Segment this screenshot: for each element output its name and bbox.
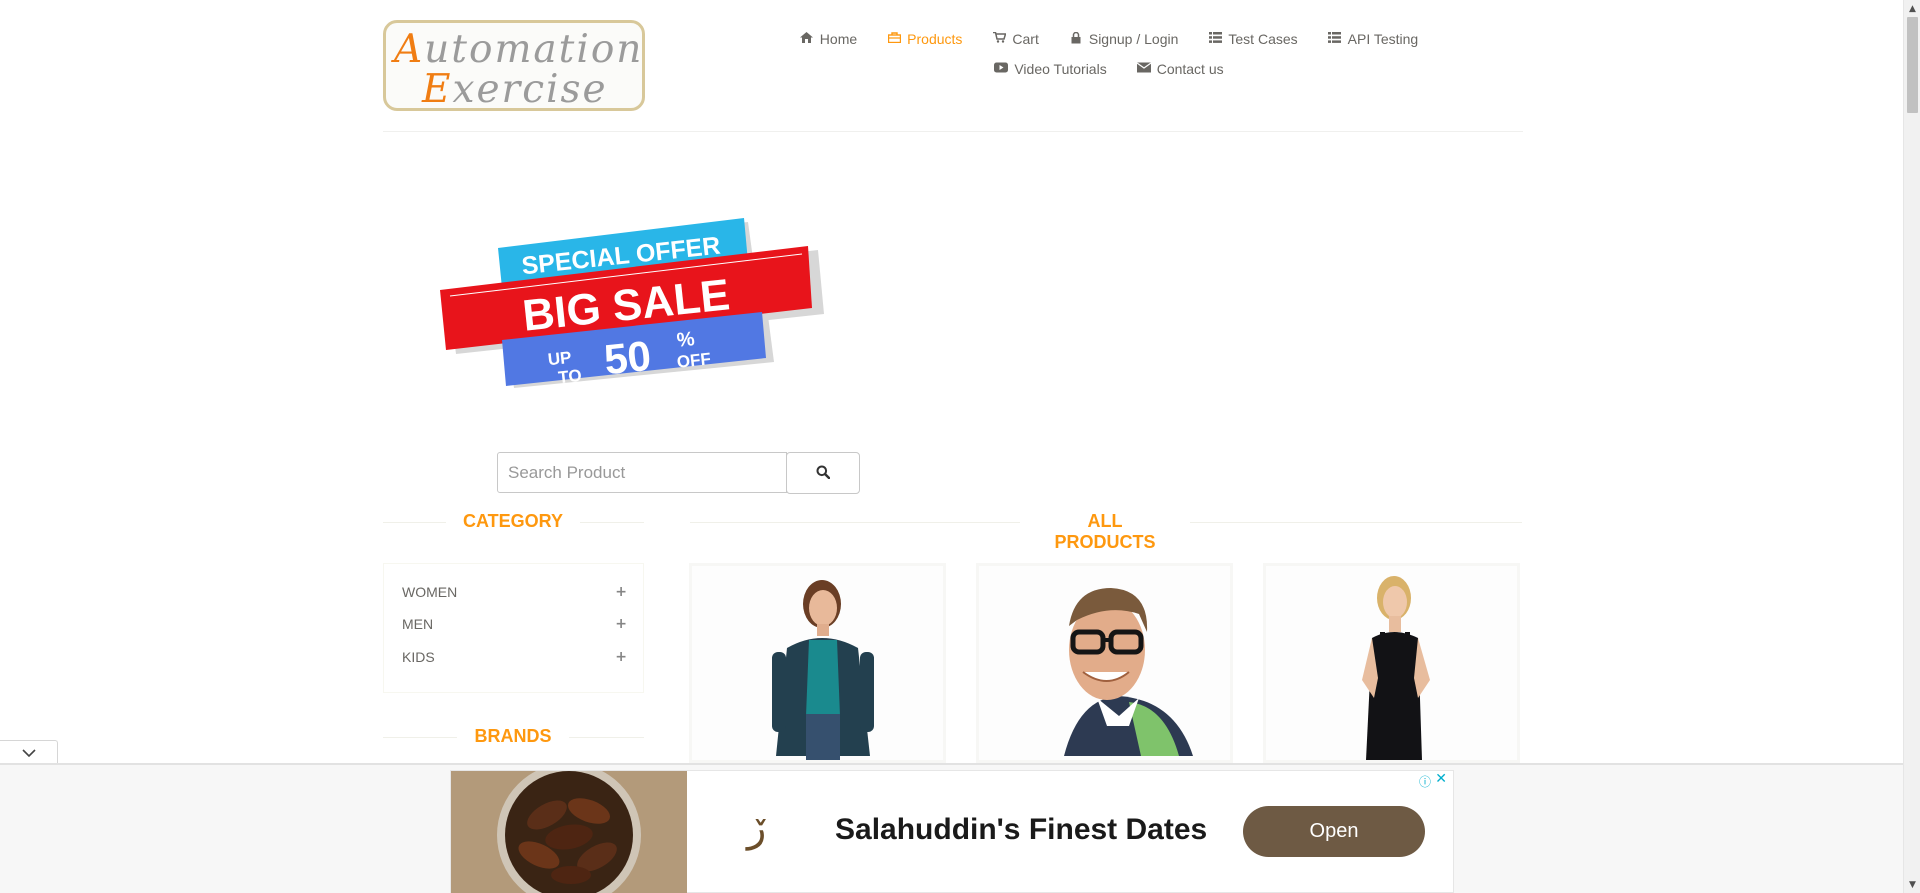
ad-banner[interactable]: ڒ Salahuddin's Finest Dates Open ⓘ ✕ [450, 770, 1454, 893]
banner-up: UP [547, 348, 572, 369]
main-nav: Home Products Cart Signup / Login Test C… [779, 29, 1439, 79]
nav-contact-us[interactable]: Contact us [1122, 59, 1239, 79]
ad-info-icon[interactable]: ⓘ [1419, 773, 1431, 790]
category-panel: WOMEN + MEN + KIDS + [383, 563, 644, 693]
nav-signup-login-label: Signup / Login [1088, 31, 1179, 47]
category-men[interactable]: MEN + [402, 616, 627, 632]
product-search [497, 452, 861, 494]
ad-headline: Salahuddin's Finest Dates [835, 813, 1208, 846]
ad-image [451, 771, 687, 893]
cart-icon [992, 31, 1007, 46]
search-icon [816, 465, 831, 482]
chevron-down-icon [21, 744, 36, 762]
nav-products[interactable]: Products [872, 29, 977, 49]
plus-icon[interactable]: + [615, 616, 627, 632]
list-icon [1328, 32, 1342, 46]
site-logo[interactable]: Automation Exercise [383, 20, 645, 112]
ad-open-button[interactable]: Open [1243, 806, 1425, 857]
all-products-title: ALL PRODUCTS [1020, 511, 1190, 553]
sale-banner: SPECIAL OFFER BIG SALE UP TO 50 % OFF [440, 218, 824, 388]
product-image [1362, 576, 1430, 760]
logo-line1-rest: utomation [424, 27, 644, 72]
ad-collapse-button[interactable] [0, 740, 58, 764]
search-button[interactable] [786, 452, 860, 494]
product-card[interactable] [1263, 563, 1520, 763]
shopping-bag-icon [887, 32, 901, 46]
search-input[interactable] [497, 452, 787, 493]
scroll-up-icon[interactable]: ▲ [1904, 0, 1920, 17]
banner-value: 50 [602, 332, 653, 384]
logo-line2: Exercise [422, 67, 608, 112]
nav-cart[interactable]: Cart [977, 29, 1053, 49]
product-image [1064, 588, 1193, 756]
home-icon [800, 32, 814, 46]
category-kids[interactable]: KIDS + [402, 649, 627, 665]
plus-icon[interactable]: + [615, 584, 627, 600]
nav-video-tutorials-label: Video Tutorials [1014, 61, 1107, 77]
plus-icon[interactable]: + [615, 649, 627, 665]
lock-icon [1069, 31, 1083, 47]
page-scrollbar[interactable]: ▲ ▼ [1903, 0, 1920, 893]
brands-title: BRANDS [457, 726, 569, 747]
list-icon [1208, 32, 1222, 46]
scrollbar-thumb[interactable] [1907, 17, 1918, 113]
nav-row-1: Home Products Cart Signup / Login Test C… [779, 29, 1439, 49]
category-men-label: MEN [402, 616, 434, 632]
category-women[interactable]: WOMEN + [402, 584, 627, 600]
product-card[interactable] [976, 563, 1233, 763]
category-kids-label: KIDS [402, 649, 435, 665]
nav-home[interactable]: Home [785, 29, 872, 49]
nav-products-label: Products [907, 31, 963, 47]
banner-off: OFF [676, 349, 712, 371]
ad-close-icon[interactable]: ✕ [1435, 771, 1447, 787]
nav-contact-us-label: Contact us [1156, 61, 1224, 77]
nav-api-testing-label: API Testing [1347, 31, 1419, 47]
banner-percent: % [676, 328, 696, 352]
nav-row-2: Video Tutorials Contact us [779, 59, 1439, 79]
nav-signup-login[interactable]: Signup / Login [1054, 29, 1194, 49]
nav-cart-label: Cart [1012, 31, 1039, 47]
nav-api-testing[interactable]: API Testing [1313, 29, 1434, 49]
category-title: CATEGORY [446, 511, 580, 532]
scroll-down-icon[interactable]: ▼ [1904, 876, 1920, 893]
nav-test-cases[interactable]: Test Cases [1193, 29, 1312, 49]
ad-brand-mark: ڒ [747, 805, 767, 851]
logo-line1: Automation [394, 27, 644, 72]
banner-to: TO [557, 366, 582, 387]
nav-home-label: Home [819, 31, 858, 47]
envelope-icon [1136, 62, 1152, 76]
product-card[interactable] [689, 563, 946, 763]
nav-video-tutorials[interactable]: Video Tutorials [979, 59, 1121, 79]
nav-test-cases-label: Test Cases [1228, 31, 1298, 47]
product-image [772, 580, 874, 760]
youtube-icon [994, 62, 1009, 76]
site-header: Automation Exercise Home Products Cart S… [383, 0, 1523, 132]
category-women-label: WOMEN [402, 584, 458, 600]
logo-line2-rest: xercise [452, 67, 608, 112]
